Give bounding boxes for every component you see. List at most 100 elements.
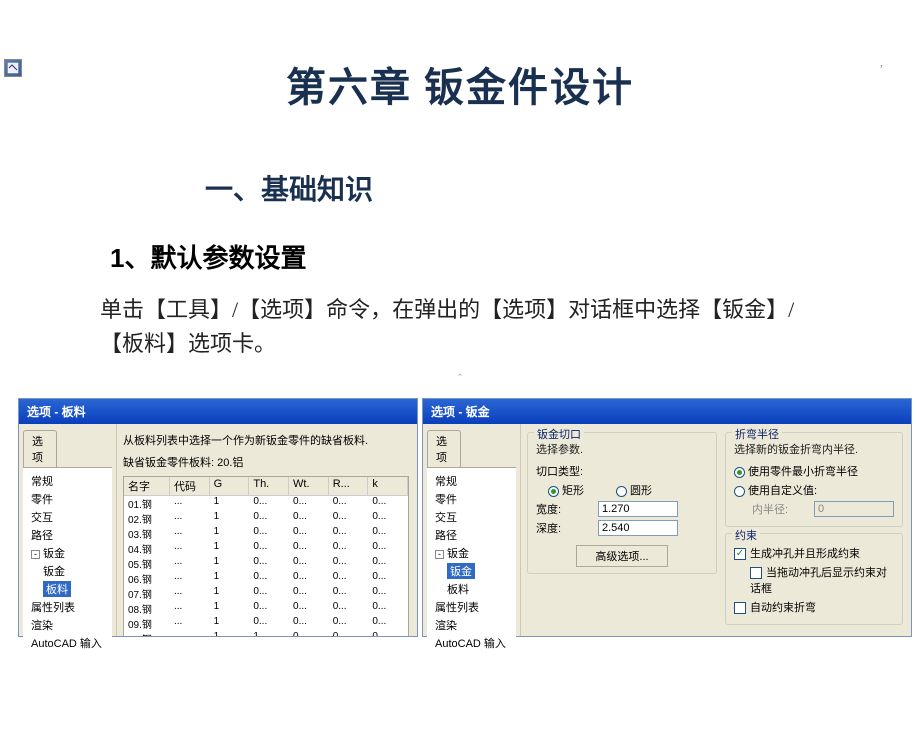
- table-cell: 0...: [289, 601, 329, 616]
- checkbox-generate[interactable]: ✓生成冲孔并且形成约束: [734, 545, 860, 561]
- table-row[interactable]: 10.钢...11...0...0...0...: [124, 631, 408, 636]
- table-row[interactable]: 04.钢...10...0...0...0...: [124, 541, 408, 556]
- radio-minbend[interactable]: 使用零件最小折弯半径: [734, 463, 858, 479]
- table-cell: 10.钢: [124, 631, 170, 636]
- table-cell: 0...: [289, 571, 329, 586]
- table-row[interactable]: 09.钢...10...0...0...0...: [124, 616, 408, 631]
- th-g[interactable]: G: [210, 477, 250, 495]
- th-code[interactable]: 代码: [170, 477, 210, 495]
- radio-custom[interactable]: 使用自定义值:: [734, 482, 817, 498]
- tree-item-material[interactable]: 板料: [29, 580, 110, 598]
- table-row[interactable]: 02.钢...10...0...0...0...: [124, 511, 408, 526]
- tree-item-general[interactable]: 常规: [433, 472, 514, 490]
- table-cell: 0...: [368, 496, 408, 511]
- tree-item-interact[interactable]: 交互: [433, 508, 514, 526]
- table-cell: 0...: [249, 556, 289, 571]
- table-cell: 0...: [329, 556, 369, 571]
- tab-options[interactable]: 选项: [23, 430, 57, 467]
- tree-item-sheetmetal[interactable]: -钣金: [433, 544, 514, 562]
- th-th[interactable]: Th.: [249, 477, 289, 495]
- label-depth: 深度:: [536, 520, 592, 536]
- input-inner: [814, 501, 894, 517]
- table-cell: 01.钢: [124, 496, 170, 511]
- tree-item-path[interactable]: 路径: [433, 526, 514, 544]
- tree-item-attrlist[interactable]: 属性列表: [29, 598, 110, 616]
- tree-item-sheetmetal-sub[interactable]: 钣金: [29, 562, 110, 580]
- table-cell: 0...: [289, 541, 329, 556]
- th-wt[interactable]: Wt.: [289, 477, 329, 495]
- table-cell: 0...: [329, 586, 369, 601]
- tree-item-sheetmetal-sub[interactable]: 钣金: [433, 562, 514, 580]
- table-cell: 1: [210, 541, 250, 556]
- radio-dot-icon: [734, 486, 745, 497]
- options-dialog-material: 选项 - 板料 选项 常规 零件 交互 路径 -钣金 钣金 板料 属性列表 渲染…: [18, 398, 418, 637]
- advanced-button[interactable]: 高级选项...: [576, 545, 667, 567]
- table-cell: ...: [170, 571, 210, 586]
- tree-item-general[interactable]: 常规: [29, 472, 110, 490]
- checkbox-auto[interactable]: 自动约束折弯: [734, 599, 816, 615]
- section-heading-2: 1、默认参数设置: [110, 238, 920, 275]
- app-icon: [4, 59, 22, 77]
- table-cell: 09.钢: [124, 616, 170, 631]
- tree-item-path[interactable]: 路径: [29, 526, 110, 544]
- table-row[interactable]: 06.钢...10...0...0...0...: [124, 571, 408, 586]
- table-cell: 1: [210, 631, 250, 636]
- tab-options[interactable]: 选项: [427, 430, 461, 467]
- table-row[interactable]: 03.钢...10...0...0...0...: [124, 526, 408, 541]
- table-cell: ...: [170, 631, 210, 636]
- options-tree[interactable]: 常规 零件 交互 路径 -钣金 钣金 板料 属性列表 渲染 AutoCAD 输入…: [23, 467, 112, 651]
- table-cell: 06.钢: [124, 571, 170, 586]
- tree-item-interact[interactable]: 交互: [29, 508, 110, 526]
- tree-collapse-icon[interactable]: -: [435, 550, 444, 559]
- options-tree[interactable]: 常规 零件 交互 路径 -钣金 钣金 板料 属性列表 渲染 AutoCAD 输入…: [427, 467, 516, 651]
- radio-dot-icon: [548, 486, 559, 497]
- tree-item-autocad[interactable]: AutoCAD 输入: [29, 634, 110, 651]
- dialog-titlebar[interactable]: 选项 - 钣金: [423, 399, 911, 424]
- group-constraint-title: 约束: [732, 527, 760, 543]
- table-cell: ...: [170, 541, 210, 556]
- table-cell: 0...: [368, 556, 408, 571]
- tree-item-sheetmetal[interactable]: -钣金: [29, 544, 110, 562]
- group-constraint: 约束 ✓生成冲孔并且形成约束 当拖动冲孔后显示约束对话框 自动约束折弯: [725, 533, 903, 625]
- th-name[interactable]: 名字: [124, 477, 170, 495]
- label-inner: 内半径:: [752, 501, 808, 517]
- table-cell: 1...: [249, 631, 289, 636]
- input-width[interactable]: [598, 501, 678, 517]
- material-table[interactable]: 名字 代码 G Th. Wt. R... k 01.钢...10...0...0…: [123, 476, 409, 636]
- table-cell: 0...: [329, 541, 369, 556]
- table-header-row: 名字 代码 G Th. Wt. R... k: [124, 477, 408, 496]
- tree-item-part[interactable]: 零件: [29, 490, 110, 508]
- tree-item-part[interactable]: 零件: [433, 490, 514, 508]
- table-cell: 0...: [289, 556, 329, 571]
- radio-dot-icon: [734, 467, 745, 478]
- table-cell: 0...: [289, 526, 329, 541]
- table-row[interactable]: 07.钢...10...0...0...0...: [124, 586, 408, 601]
- radio-rect[interactable]: 矩形: [548, 482, 584, 498]
- tree-item-attrlist[interactable]: 属性列表: [433, 598, 514, 616]
- radio-circ[interactable]: 圆形: [616, 482, 652, 498]
- dialog-titlebar[interactable]: 选项 - 板料: [19, 399, 417, 424]
- options-dialog-sheetmetal: 选项 - 钣金 选项 常规 零件 交互 路径 -钣金 钣金 板料 属性列表 渲染…: [422, 398, 912, 637]
- checkbox-drag[interactable]: 当拖动冲孔后显示约束对话框: [750, 564, 894, 596]
- table-cell: 0...: [249, 571, 289, 586]
- table-cell: 0...: [368, 571, 408, 586]
- table-row[interactable]: 01.钢...10...0...0...0...: [124, 496, 408, 511]
- tree-item-render[interactable]: 渲染: [29, 616, 110, 634]
- table-row[interactable]: 08.钢...10...0...0...0...: [124, 601, 408, 616]
- table-cell: 0...: [368, 541, 408, 556]
- th-r[interactable]: R...: [329, 477, 369, 495]
- table-cell: 1: [210, 511, 250, 526]
- tree-item-render[interactable]: 渲染: [433, 616, 514, 634]
- table-cell: 0...: [289, 616, 329, 631]
- th-k[interactable]: k: [368, 477, 408, 495]
- body-paragraph: 单击【工具】/【选项】命令，在弹出的【选项】对话框中选择【钣金】/【板料】选项卡…: [100, 293, 820, 361]
- tree-item-material[interactable]: 板料: [433, 580, 514, 598]
- table-cell: 0...: [289, 631, 329, 636]
- table-cell: 0...: [289, 511, 329, 526]
- tree-item-autocad[interactable]: AutoCAD 输入: [433, 634, 514, 651]
- table-row[interactable]: 05.钢...10...0...0...0...: [124, 556, 408, 571]
- tree-collapse-icon[interactable]: -: [31, 550, 40, 559]
- input-depth[interactable]: [598, 520, 678, 536]
- table-cell: 0...: [249, 541, 289, 556]
- table-cell: 0...: [289, 496, 329, 511]
